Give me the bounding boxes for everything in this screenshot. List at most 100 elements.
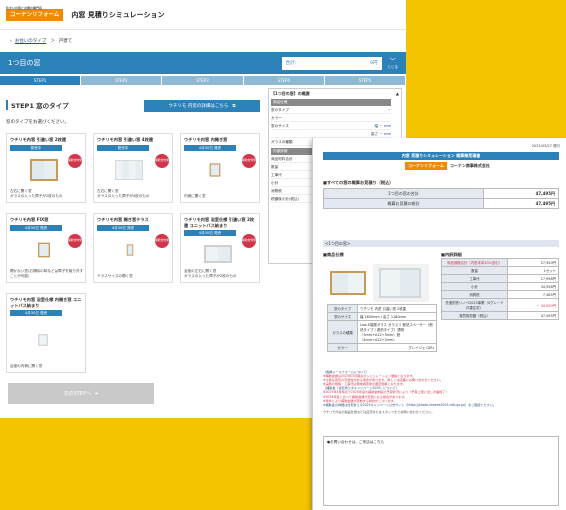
table-row: 先進的窓リノベ2025事業（Sグレード 戸建住宅）－ 34,000円	[441, 298, 559, 312]
window-type-card[interactable]: ウチリモ内窓 引違い窓 2枚建 発売中 補助金対象 左右に開く窓 ガラスの入った…	[6, 133, 86, 203]
notes-block: ［各種メールフォームについて］ ※補助金額は2025年3月時点のシミュレーション…	[323, 370, 559, 414]
note-line: ※補助金の詳細は住宅省エネ2025キャンペーン公式サイト（https://jut…	[323, 402, 496, 407]
bath-inward-window-image	[38, 334, 48, 346]
table-row: カラー グレイジェ (GR)	[327, 343, 437, 352]
detail-key: 工事代	[441, 274, 508, 283]
table-row: 窓のサイズ幅 1600mm / 高さ 1180mm	[327, 312, 437, 321]
inquiry-box: ●お問い合わせは、ご来店はこちら	[323, 436, 559, 506]
total-label: 合計：	[285, 61, 300, 66]
table-row: ガラスの種類 Low-E複層ガラス ガラスリ 断熱スペーサー（断熱タイプ / 遮熱…	[327, 320, 437, 344]
note-line: ウチリモ内窓の製品仕様などは店頭またはスタッフまでお問い合わせください。	[323, 409, 435, 414]
summary-row: 窓のタイプ －	[271, 106, 391, 114]
summary-row: カラー	[271, 114, 391, 122]
summary-key: 窓のサイズ	[271, 124, 289, 128]
detail-key: 商品価格合計（内窓本体30%割引）	[441, 258, 508, 267]
issue-date: 2025/03/27 発行	[531, 144, 560, 148]
product-detail-button[interactable]: ウチリモ 内窓の詳細はこちら ⧉	[144, 100, 260, 112]
breadcrumb-separator: ＞	[50, 39, 55, 44]
sliding-window-4-image	[115, 160, 143, 180]
summary-key: 小計	[271, 181, 279, 185]
summary-key: ガラスの種類	[271, 140, 293, 144]
tab-step5[interactable]: STEP5	[324, 76, 406, 85]
fix-window-image	[38, 242, 50, 258]
summary-section-spec: 商品仕様	[271, 99, 391, 106]
detail-key: 小計	[441, 282, 508, 291]
summary-row: 窓のサイズ 幅 － mm	[271, 122, 391, 130]
summary-key: 商品材料合計	[271, 157, 293, 161]
spec-table: 窓のタイプ ウチリモ 内窓 引違い窓 2枚建 窓のサイズ幅 1600mm / 高さ…	[327, 304, 437, 352]
summary-key: 窓のタイプ	[271, 108, 289, 112]
company-name: コーナン商事株式会社	[449, 163, 490, 168]
close-label: とじる	[387, 65, 399, 69]
total-display: 合計： 0円	[281, 56, 382, 70]
window-topbar: 1つ目の窓 合計： 0円 ﹀ とじる	[0, 52, 406, 74]
table-row: 1つ目の窓の合計 47,495円	[323, 188, 559, 199]
tab-step1[interactable]: STEP1	[0, 76, 81, 85]
detail-button-label: ウチリモ 内窓の詳細はこちら	[168, 104, 229, 109]
bath-sliding-window-image	[204, 245, 232, 263]
detail-value: 47,495円	[507, 311, 559, 320]
chevron-down-icon: ﹀	[389, 58, 396, 65]
estimate-document: 2025/03/27 発行 内窓 見積りシミュレーション 概算御見積書 コーナン…	[312, 138, 566, 510]
tab-step3[interactable]: STEP3	[162, 76, 243, 85]
table-row: 消費税 7,485円	[441, 290, 559, 299]
subsidy-badge: 補助金対象	[68, 154, 82, 168]
next-step-label: 次のSTEPへ	[63, 391, 92, 397]
summary-key: 消費税	[271, 189, 282, 193]
table-row: 数量 1セット	[441, 266, 559, 275]
tab-step2[interactable]: STEP2	[81, 76, 162, 85]
window-type-card[interactable]: ウチリモ内窓 浴室仕様 引違い窓 2枚建 ユニットバス納まり 4月30日 発売 …	[180, 213, 260, 283]
release-label: 4月30日 発売	[10, 224, 62, 231]
total-label-cell: 1つ目の窓の合計	[323, 188, 484, 199]
detail-value: 7,485円	[507, 290, 559, 299]
arrow-right-icon: ➜	[94, 390, 99, 397]
detail-value: － 34,000円	[507, 298, 559, 312]
window-type-cards: ウチリモ内窓 引違い窓 2枚建 発売中 補助金対象 左右に開く窓 ガラスの入った…	[6, 133, 262, 373]
brand-logo[interactable]: 住まいの窓と玄関の専門店 コーナンリフォーム	[6, 6, 64, 21]
document-issuer: コーナンリフォーム コーナン商事株式会社	[405, 162, 490, 170]
subsidy-badge: 補助金対象	[242, 154, 256, 168]
sliding-window-2-image	[30, 159, 58, 181]
subsidy-badge: 補助金対象	[68, 234, 82, 248]
next-step-button[interactable]: 次のSTEPへ ➜	[8, 383, 154, 404]
subsidy-badge: 補助金対象	[155, 154, 169, 168]
card-description: 浴室の左右に開く窓 ガラスの入った障子が2枚のもの	[184, 269, 237, 278]
summary-key: カラー	[271, 116, 282, 120]
window-type-card[interactable]: ウチリモ内窓 内開き窓 4月30日 発売 補助金対象 内側に開く窓	[180, 133, 260, 203]
window-type-card[interactable]: ウチリモ内窓 開き窓テラス 4月30日 発売 補助金対象 テラスサイズの開く窓	[93, 213, 173, 283]
window-type-card[interactable]: ウチリモ内窓 FIX窓 4月30日 発売 補助金対象 開かない窓(お掃除の時など…	[6, 213, 86, 283]
inquiry-text: ●お問い合わせは、ご来店はこちら	[327, 440, 385, 444]
breadcrumb-current: 戸建て	[58, 39, 73, 44]
card-description: 浴室の内側に開く窓	[10, 363, 43, 368]
collapse-icon[interactable]: ▲	[396, 91, 399, 97]
total-label-cell: 概算お見積の総計	[323, 198, 484, 209]
summary-key: 工事代	[271, 173, 282, 177]
spec-key: 窓のタイプ	[327, 304, 358, 313]
logo-text: コーナンリフォーム	[10, 11, 60, 18]
card-name: ウチリモ内窓 引違い窓 4枚建	[97, 137, 154, 142]
window-type-card[interactable]: ウチリモ内窓 浴室仕様 内開き窓 ユニットバス納まり 4月30日 発売 浴室の内…	[6, 293, 86, 373]
detail-key: 消費税	[441, 290, 508, 299]
summary-key: 数量	[271, 165, 279, 169]
detail-key: 先進的窓リノベ2025事業（Sグレード 戸建住宅）	[441, 298, 508, 312]
window-section-header: <1つ目の窓>	[323, 240, 559, 247]
card-description: 内側に開く窓	[184, 193, 206, 198]
table-row: 工事代 17,998円	[441, 274, 559, 283]
card-name: ウチリモ内窓 浴室仕様 内開き窓 ユニットバス納まり	[10, 297, 82, 308]
close-button[interactable]: ﹀ とじる	[388, 56, 399, 70]
logo-subtitle: 住まいの窓と玄関の専門店	[6, 5, 43, 10]
window-type-card[interactable]: ウチリモ内窓 引違い窓 4枚建 発売中 補助金対象 左右に開く窓 ガラスの入った…	[93, 133, 173, 203]
spec-value: 幅 1600mm / 高さ 1180mm	[357, 312, 437, 321]
detail-key: 実質負担額（税込）	[441, 311, 508, 320]
table-row: 商品価格合計（内窓本体30%割引） 27,950円	[441, 258, 559, 267]
spec-value: グレイジェ (GR)	[357, 343, 437, 352]
spec-key: 窓のサイズ	[327, 312, 358, 321]
detail-table: 商品価格合計（内窓本体30%割引） 27,950円 数量 1セット 工事代 17,99…	[441, 258, 559, 320]
detail-value: 27,950円	[507, 258, 559, 267]
release-label: 4月30日 発売	[97, 224, 149, 231]
card-name: ウチリモ内窓 開き窓テラス	[97, 217, 149, 222]
tab-step4[interactable]: STEP4	[243, 76, 324, 85]
summary-header: 【1つ目の窓】の概要 ▲	[271, 91, 399, 97]
site-header: 住まいの窓と玄関の専門店 コーナンリフォーム 内窓 見積りシミュレーション	[0, 0, 406, 30]
breadcrumb-link[interactable]: お住いのタイプ	[15, 38, 47, 44]
